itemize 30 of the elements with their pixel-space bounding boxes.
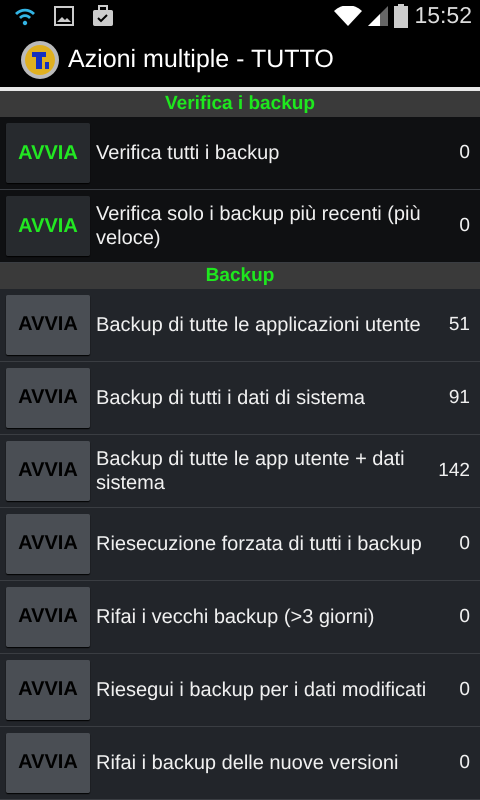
action-label: Verifica solo i backup più recenti (più veloce) (95, 202, 422, 250)
wifi-signal-icon (334, 6, 362, 26)
item-count: 51 (448, 314, 470, 336)
action-label: Riesegui i backup per i dati modificati (95, 678, 428, 702)
start-button[interactable]: AVVIA (6, 196, 90, 256)
item-count: 142 (437, 460, 470, 482)
action-label: Rifai i vecchi backup (>3 giorni) (95, 604, 376, 629)
clock-time: 15:52 (414, 2, 472, 30)
action-label: Rifai i backup delle nuove versioni (95, 750, 400, 775)
item-count: 0 (458, 606, 470, 628)
briefcase-check-icon (92, 4, 114, 27)
screen-title: Azioni multiple - TUTTO (68, 45, 334, 74)
section-header: Verifica i backup (0, 91, 480, 118)
section-header: Backup (0, 263, 480, 289)
action-label: Backup di tutti i dati di sistema (95, 386, 366, 410)
item-count: 0 (458, 678, 470, 701)
action-label: Backup di tutte le applicazioni utente (95, 312, 422, 337)
app-logo-icon (20, 40, 60, 80)
cell-signal-icon (368, 6, 388, 26)
start-button[interactable]: AVVIA (6, 123, 90, 184)
image-icon (54, 6, 74, 26)
action-label: Backup di tutte le app utente + dati sistema (95, 446, 406, 495)
action-label: Riesecuzione forzata di tutti i backup (95, 532, 423, 556)
item-count: 91 (448, 386, 470, 409)
item-count: 0 (458, 142, 470, 164)
action-label: Verifica tutti i backup (95, 141, 280, 166)
item-count: 0 (458, 215, 470, 238)
battery-icon (394, 4, 408, 28)
item-count: 0 (458, 532, 470, 555)
item-count: 0 (458, 752, 470, 774)
